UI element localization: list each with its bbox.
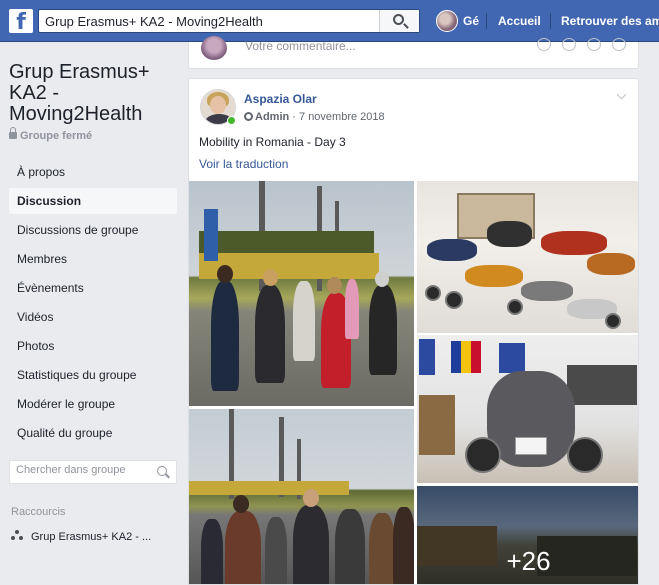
sticker-icon[interactable] — [612, 38, 626, 51]
topbar-divider — [550, 13, 551, 29]
photo-detail — [199, 231, 374, 253]
photo-detail — [255, 285, 285, 383]
post-text: Mobility in Romania - Day 3 — [199, 135, 346, 149]
sidebar-item-moderate-group[interactable]: Modérer le groupe — [9, 391, 177, 417]
group-privacy-label: Groupe fermé — [9, 127, 93, 142]
photo-detail — [567, 365, 637, 405]
photo-detail — [515, 437, 547, 455]
photo-detail — [461, 341, 471, 373]
photo-detail — [345, 279, 359, 339]
lock-icon — [9, 127, 17, 139]
photo-detail — [263, 269, 278, 286]
top-search-button[interactable] — [379, 10, 419, 32]
post-date-link[interactable]: · 7 novembre 2018 — [292, 111, 384, 123]
photo-detail — [293, 281, 315, 361]
photo-detail — [499, 343, 525, 373]
comment-tools — [526, 38, 626, 56]
shortcuts-heading: Raccourcis — [11, 506, 66, 518]
photo-detail — [217, 265, 233, 283]
post-photo-3[interactable] — [417, 335, 638, 483]
profile-name-link[interactable]: Gé — [463, 14, 479, 28]
sidebar-item-members[interactable]: Membres — [9, 246, 177, 272]
photo-detail — [335, 509, 365, 584]
photo-detail — [427, 239, 477, 261]
shortcut-item-group[interactable]: Grup Erasmus+ KA2 - ... — [11, 528, 176, 546]
search-icon[interactable] — [157, 466, 167, 476]
online-status-icon — [227, 116, 236, 125]
photo-detail — [327, 277, 342, 294]
emoji-icon[interactable] — [537, 38, 551, 51]
sidebar-item-discussion[interactable]: Discussion — [9, 188, 177, 214]
home-link[interactable]: Accueil — [498, 14, 541, 28]
photo-detail — [465, 265, 523, 287]
group-icon — [11, 530, 23, 542]
photo-detail — [303, 489, 319, 507]
sidebar-item-photos[interactable]: Photos — [9, 333, 177, 359]
photo-detail — [225, 511, 261, 584]
photo-detail — [567, 437, 603, 473]
topbar-divider — [486, 13, 487, 29]
photo-detail — [189, 481, 349, 495]
top-navigation-bar: f Grup Erasmus+ KA2 - Moving2Health Gé A… — [0, 0, 659, 42]
photo-detail — [204, 209, 218, 261]
photo-detail — [265, 517, 287, 584]
sidebar-item-group-quality[interactable]: Qualité du groupe — [9, 420, 177, 446]
top-search-input[interactable]: Grup Erasmus+ KA2 - Moving2Health — [45, 14, 263, 29]
top-search-box[interactable]: Grup Erasmus+ KA2 - Moving2Health — [38, 9, 420, 33]
photo-detail — [471, 341, 481, 373]
post-photo-2[interactable] — [417, 181, 638, 333]
photo-detail — [419, 395, 455, 455]
group-search-box[interactable] — [9, 460, 177, 484]
sidebar-item-group-insights[interactable]: Statistiques du groupe — [9, 362, 177, 388]
photo-detail — [425, 285, 441, 301]
admin-badge-icon — [244, 112, 253, 121]
photo-detail — [521, 281, 573, 301]
photo-detail — [541, 231, 607, 255]
photo-detail — [369, 285, 397, 375]
group-title[interactable]: Grup Erasmus+ KA2 - Moving2Health — [9, 62, 174, 125]
feed-post: Aspazia Olar Admin · 7 novembre 2018 Mob… — [188, 78, 639, 585]
post-meta: Admin · 7 novembre 2018 — [244, 111, 385, 123]
sidebar-item-events[interactable]: Évènements — [9, 275, 177, 301]
post-photo-1[interactable] — [189, 181, 414, 406]
sidebar-item-about[interactable]: À propos — [9, 159, 177, 185]
photo-detail — [587, 253, 635, 275]
post-author-link[interactable]: Aspazia Olar — [244, 92, 317, 106]
previous-post-comment-bar: Votre commentaire... — [188, 36, 639, 69]
photo-detail — [233, 495, 249, 513]
photo-detail — [369, 513, 395, 584]
avatar-face — [210, 96, 226, 114]
group-search-input[interactable] — [16, 464, 146, 476]
camera-icon[interactable] — [562, 38, 576, 51]
post-photo-4[interactable] — [189, 409, 414, 584]
find-friends-link[interactable]: Retrouver des amis — [561, 14, 659, 28]
photo-detail — [201, 519, 223, 584]
photo-detail — [465, 437, 501, 473]
post-photo-5[interactable]: +26 — [417, 486, 638, 584]
gif-icon[interactable] — [587, 38, 601, 51]
group-privacy-text: Groupe fermé — [20, 130, 93, 142]
photo-detail — [419, 339, 435, 375]
photo-detail — [393, 507, 414, 584]
photo-detail — [605, 313, 621, 329]
comment-input[interactable]: Votre commentaire... — [245, 39, 356, 53]
comment-avatar — [201, 36, 227, 60]
photo-detail — [451, 341, 461, 373]
sidebar-item-group-discussions[interactable]: Discussions de groupe — [9, 217, 177, 243]
photo-detail — [211, 281, 239, 391]
photo-detail — [375, 271, 389, 287]
sidebar-item-videos[interactable]: Vidéos — [9, 304, 177, 330]
photo-detail — [507, 299, 523, 315]
profile-avatar[interactable] — [436, 10, 458, 32]
photo-detail — [487, 221, 532, 247]
chevron-down-icon[interactable] — [616, 89, 627, 100]
admin-role-label: Admin — [255, 111, 290, 123]
search-icon — [393, 14, 404, 25]
more-photos-overlay[interactable]: +26 — [417, 486, 638, 584]
facebook-logo[interactable]: f — [9, 9, 33, 33]
shortcut-item-label: Grup Erasmus+ KA2 - ... — [31, 531, 152, 543]
see-translation-link[interactable]: Voir la traduction — [199, 157, 288, 171]
photo-detail — [445, 291, 463, 309]
photo-detail — [293, 505, 329, 584]
